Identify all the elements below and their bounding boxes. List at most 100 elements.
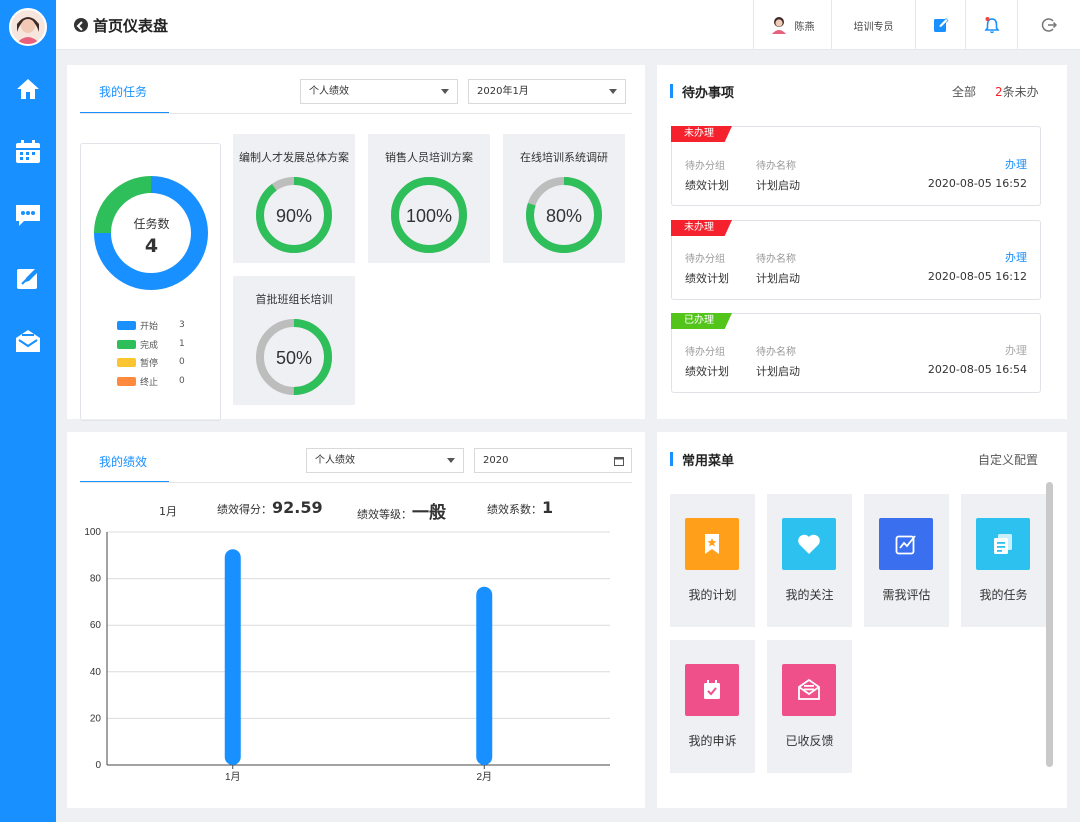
perf-score-value: 92.59 <box>272 498 323 517</box>
feedback-icon <box>782 664 836 716</box>
todo-status-badge: 已办理 <box>671 313 732 329</box>
todo-group-value: 绩效计划 <box>685 179 729 192</box>
menu-item-my-appeal[interactable]: 我的申诉 <box>670 640 755 773</box>
my-performance-panel: 我的绩效 个人绩效 2020 1月 绩效得分：92.59 绩效等级：一般 绩效系… <box>67 432 645 808</box>
legend-item-paused: 暂停 0 <box>117 356 185 369</box>
legend-swatch <box>117 357 136 367</box>
task-summary-box: 任务数 4 开始 3 完成 1 暂停 0 终止 0 <box>80 143 221 421</box>
menu-item-evaluate[interactable]: 需我评估 <box>864 494 949 627</box>
task-card[interactable]: 在线培训系统调研 80% <box>503 134 625 263</box>
task-card-title: 在线培训系统调研 <box>520 151 608 164</box>
menu-title: 常用菜单 <box>682 454 735 469</box>
task-card[interactable]: 编制人才发展总体方案 90% <box>233 134 355 263</box>
task-month-value: 2020年1月 <box>477 86 529 97</box>
todo-item[interactable]: 未办理 待办分组 待办名称 绩效计划 计划启动 办理 2020-08-05 16… <box>671 220 1041 300</box>
legend-swatch <box>117 320 136 330</box>
calendar-icon[interactable] <box>14 139 42 165</box>
custom-config-link[interactable]: 自定义配置 <box>978 451 1038 468</box>
legend-label: 终止 <box>140 377 159 388</box>
edit-icon[interactable] <box>14 265 42 291</box>
chevron-down-icon <box>447 458 455 463</box>
section-marker <box>670 84 673 98</box>
top-header: 首页仪表盘 陈燕 培训专员 <box>56 0 1080 50</box>
bar <box>476 586 493 765</box>
task-progress-ring: 80% <box>526 177 602 253</box>
todo-timestamp: 2020-08-05 16:54 <box>927 363 1027 376</box>
tab-my-performance[interactable]: 我的绩效 <box>99 453 147 470</box>
y-tick-label: 100 <box>84 527 101 538</box>
menu-item-my-task[interactable]: 我的任务 <box>961 494 1046 627</box>
edit-note-button[interactable] <box>915 0 965 50</box>
home-icon[interactable] <box>14 76 42 102</box>
perf-grade-value: 一般 <box>412 503 446 523</box>
user-profile[interactable]: 陈燕 <box>753 0 831 50</box>
menu-item-label: 我的关注 <box>785 588 834 602</box>
performance-year-value: 2020 <box>483 455 509 466</box>
menu-item-my-follow[interactable]: 我的关注 <box>767 494 852 627</box>
evaluate-icon <box>879 518 933 570</box>
user-small-avatar-icon <box>771 17 786 34</box>
todo-name-value: 计划启动 <box>756 179 800 192</box>
todo-item[interactable]: 未办理 待办分组 待办名称 绩效计划 计划启动 办理 2020-08-05 16… <box>671 126 1041 206</box>
common-menu-panel: 常用菜单 自定义配置 我的计划 我的关注 需我评估 我的任务 我的申诉 已收反馈 <box>657 432 1067 808</box>
perf-score-label: 绩效得分： <box>217 503 272 516</box>
mail-icon[interactable] <box>14 328 42 354</box>
task-progress-ring: 100% <box>391 177 467 253</box>
task-filter-select[interactable]: 个人绩效 <box>300 79 458 104</box>
tab-my-tasks[interactable]: 我的任务 <box>99 83 147 100</box>
y-tick-label: 40 <box>90 667 102 678</box>
calendar-icon <box>614 457 624 466</box>
legend-label: 完成 <box>140 340 159 351</box>
task-progress-label: 90% <box>276 206 312 226</box>
my-tasks-panel: 我的任务 个人绩效 2020年1月 任务数 4 开始 3 完成 1 暂停 0 终… <box>67 65 645 421</box>
todo-group-label: 待办分组 <box>685 254 725 265</box>
notification-button[interactable] <box>965 0 1017 50</box>
todo-name-value: 计划启动 <box>756 272 800 285</box>
x-tick-label: 1月 <box>225 771 241 783</box>
task-count-value: 4 <box>144 235 159 257</box>
todo-group-label: 待办分组 <box>685 161 725 172</box>
todo-name-label: 待办名称 <box>756 161 796 172</box>
bar <box>224 549 241 765</box>
task-card[interactable]: 销售人员培训方案 100% <box>368 134 490 263</box>
perf-score: 绩效得分：92.59 <box>217 498 323 517</box>
legend-label: 开始 <box>140 321 159 332</box>
todo-item[interactable]: 已办理 待办分组 待办名称 绩效计划 计划启动 办理 2020-08-05 16… <box>671 313 1041 393</box>
legend-swatch <box>117 339 136 349</box>
y-tick-label: 20 <box>90 713 102 724</box>
tab-divider <box>80 113 632 114</box>
performance-year-input[interactable]: 2020 <box>474 448 632 473</box>
heart-icon <box>782 518 836 570</box>
message-icon[interactable] <box>14 202 42 228</box>
back-icon[interactable] <box>74 18 88 32</box>
todo-panel: 待办事项 全部 2条未办 未办理 待办分组 待办名称 绩效计划 计划启动 办理 … <box>657 65 1067 419</box>
menu-scrollbar[interactable] <box>1046 482 1053 767</box>
todo-name-label: 待办名称 <box>756 347 796 358</box>
y-tick-label: 0 <box>95 760 101 771</box>
bookmark-icon <box>685 518 739 570</box>
task-status-donut <box>94 176 208 290</box>
y-tick-label: 60 <box>90 620 102 631</box>
task-progress-ring: 90% <box>256 177 332 253</box>
menu-item-my-plan[interactable]: 我的计划 <box>670 494 755 627</box>
user-avatar[interactable] <box>9 8 47 46</box>
todo-filter-all[interactable]: 全部 <box>952 83 976 100</box>
todo-handle-link[interactable]: 办理 <box>1005 249 1027 265</box>
todo-name-value: 计划启动 <box>756 365 800 378</box>
performance-filter-select[interactable]: 个人绩效 <box>306 448 464 473</box>
todo-status-badge: 未办理 <box>671 220 732 236</box>
task-card[interactable]: 首批班组长培训 50% <box>233 276 355 405</box>
tab-divider <box>80 482 632 483</box>
menu-item-received-feedback[interactable]: 已收反馈 <box>767 640 852 773</box>
task-month-select[interactable]: 2020年1月 <box>468 79 626 104</box>
todo-handle-link[interactable]: 办理 <box>1005 156 1027 172</box>
task-progress-label: 100% <box>406 206 452 226</box>
task-card-title: 销售人员培训方案 <box>385 151 473 164</box>
task-count-label: 任务数 <box>133 217 170 231</box>
logout-button[interactable] <box>1017 0 1080 50</box>
todo-group-label: 待办分组 <box>685 347 725 358</box>
todo-group-value: 绩效计划 <box>685 272 729 285</box>
bell-icon <box>983 17 1000 34</box>
perf-month: 1月 <box>159 505 177 518</box>
legend-label: 暂停 <box>140 358 159 369</box>
